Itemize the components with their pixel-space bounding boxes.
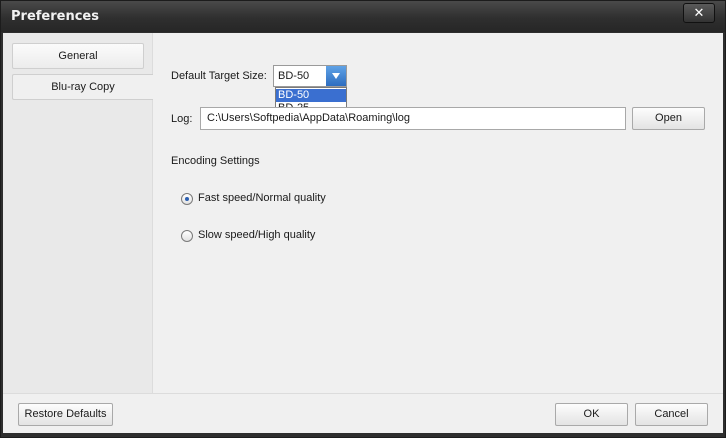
- log-label: Log:: [171, 113, 193, 125]
- sidebar: General Blu-ray Copy: [3, 33, 153, 393]
- sidebar-item-label: Blu-ray Copy: [51, 81, 115, 93]
- slow-speed-label[interactable]: Slow speed/High quality: [198, 229, 315, 241]
- sidebar-item-label: General: [58, 50, 98, 62]
- close-icon: ✕: [693, 5, 705, 20]
- radio-selected-dot: [185, 197, 189, 201]
- dropdown-option-bd50[interactable]: BD-50: [276, 89, 346, 102]
- fast-speed-radio[interactable]: [181, 193, 193, 205]
- encoding-settings-heading: Encoding Settings: [171, 155, 260, 167]
- target-size-label: Default Target Size:: [171, 70, 267, 82]
- dropdown-arrow-button[interactable]: [326, 66, 346, 86]
- open-button[interactable]: Open: [632, 107, 705, 130]
- close-button[interactable]: ✕: [683, 3, 715, 23]
- client-area: General Blu-ray Copy Default Target Size…: [3, 33, 723, 393]
- log-path-input[interactable]: C:\Users\Softpedia\AppData\Roaming\log: [200, 107, 626, 130]
- window-bottom-border: [1, 433, 725, 437]
- sidebar-item-general[interactable]: General: [12, 43, 144, 69]
- target-size-value: BD-50: [278, 70, 310, 82]
- chevron-down-icon: [332, 73, 340, 79]
- ok-button[interactable]: OK: [555, 403, 628, 426]
- restore-defaults-button[interactable]: Restore Defaults: [18, 403, 113, 426]
- title-bar[interactable]: Preferences ✕: [1, 1, 725, 32]
- target-size-select[interactable]: BD-50: [273, 65, 347, 87]
- preferences-window: Preferences ✕ General Blu-ray Copy Defau…: [0, 0, 726, 438]
- dialog-footer: Restore Defaults OK Cancel: [3, 393, 723, 433]
- cancel-button[interactable]: Cancel: [635, 403, 708, 426]
- sidebar-item-blu-ray-copy[interactable]: Blu-ray Copy: [12, 74, 153, 100]
- fast-speed-label[interactable]: Fast speed/Normal quality: [198, 192, 326, 204]
- slow-speed-radio[interactable]: [181, 230, 193, 242]
- window-title: Preferences: [11, 9, 99, 24]
